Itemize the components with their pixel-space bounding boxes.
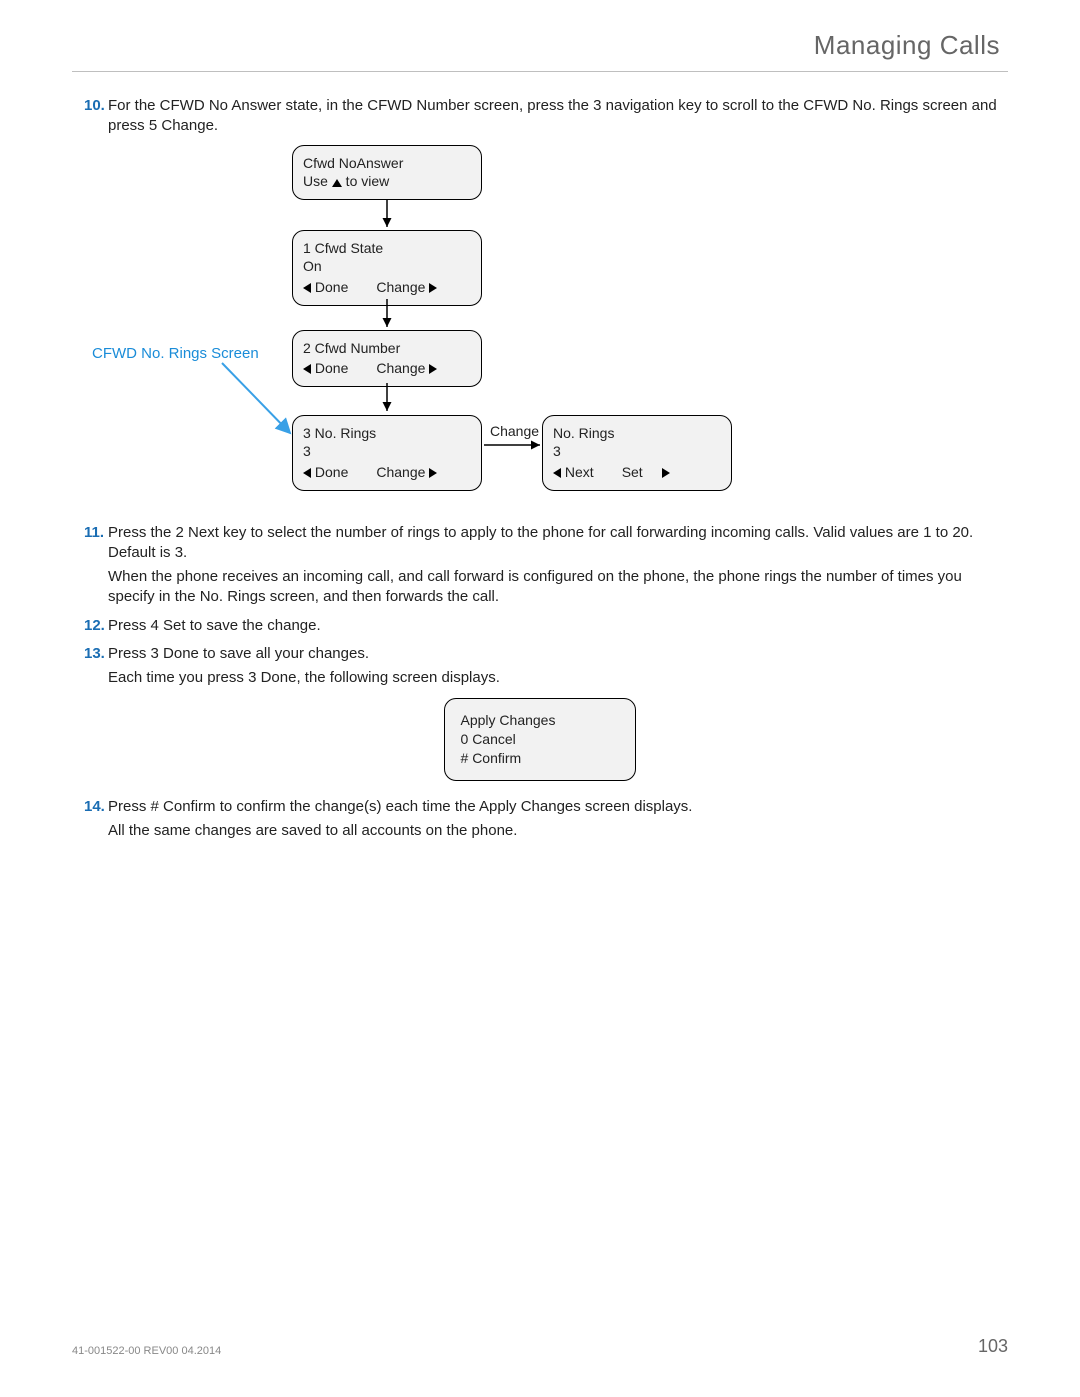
step-10-text-b: 3 bbox=[593, 97, 601, 114]
right-arrow-icon bbox=[662, 468, 670, 478]
apply-line1: Apply Changes bbox=[461, 711, 556, 730]
screen5-line2: 3 bbox=[553, 442, 721, 461]
footer-doc-id: 41-001522-00 REV00 04.2014 bbox=[72, 1345, 221, 1357]
screen-cfwd-noanswer: Cfwd NoAnswer Use to view bbox=[292, 145, 482, 201]
screen3-row: Done Change bbox=[303, 359, 471, 378]
step-13-text-c: to save all your changes. bbox=[199, 645, 369, 662]
step-10-text-d: 5 Change bbox=[149, 117, 214, 134]
step-12-text-b: 4 Set bbox=[151, 617, 186, 634]
step-11-text-a: Press the bbox=[108, 524, 176, 541]
left-arrow-icon bbox=[303, 364, 311, 374]
step-13: 13. Press 3 Done to save all your change… bbox=[84, 644, 1008, 689]
screen2-done: Done bbox=[303, 278, 348, 297]
step-11-text-b: 2 Next bbox=[176, 524, 219, 541]
step-13-text-b: 3 Done bbox=[151, 645, 199, 662]
screen-no-rings: 3 No. Rings 3 Done Change bbox=[292, 415, 482, 492]
step-14-text-c: to confirm the change(s) each time the A… bbox=[216, 798, 693, 815]
step-12-number: 12. bbox=[84, 616, 105, 636]
screen5-next: Next bbox=[553, 463, 594, 482]
left-arrow-icon bbox=[303, 468, 311, 478]
screen-no-rings-set: No. Rings 3 Next Set bbox=[542, 415, 732, 492]
step-12-text-c: to save the change. bbox=[186, 617, 321, 634]
step-14-number: 14. bbox=[84, 797, 105, 817]
right-arrow-icon bbox=[429, 283, 437, 293]
step-10-text-a: For the CFWD No Answer state, in the CFW… bbox=[108, 97, 593, 114]
step-14: 14. Press # Confirm to confirm the chang… bbox=[84, 797, 1008, 842]
header-rule bbox=[72, 71, 1008, 72]
screen2-change: Change bbox=[376, 278, 437, 297]
step-12: 12. Press 4 Set to save the change. bbox=[84, 616, 1008, 636]
callout-cfwd-no-rings: CFWD No. Rings Screen bbox=[92, 345, 259, 362]
step-10-text-e: . bbox=[214, 117, 218, 134]
arrow-label-change: Change bbox=[490, 423, 539, 439]
step-14-text-a: Press bbox=[108, 798, 151, 815]
step-13-number: 13. bbox=[84, 644, 105, 664]
screen4-line1: 3 No. Rings bbox=[303, 424, 471, 443]
step-13-text-a: Press bbox=[108, 645, 151, 662]
apply-changes-wrap: Apply Changes 0 Cancel # Confirm bbox=[72, 698, 1008, 781]
step-14-text-d: All the same changes are saved to all ac… bbox=[108, 821, 1008, 841]
step-11-text-d: When the phone receives an incoming call… bbox=[108, 567, 1008, 608]
step-13-sub: Each time you press 3 Done, the followin… bbox=[108, 668, 1008, 688]
screen4-change: Change bbox=[376, 463, 437, 482]
left-arrow-icon bbox=[553, 468, 561, 478]
step-12-text-a: Press bbox=[108, 617, 151, 634]
screen4-line2: 3 bbox=[303, 442, 471, 461]
page-section-title: Managing Calls bbox=[72, 30, 1008, 61]
step-11: 11. Press the 2 Next key to select the n… bbox=[84, 523, 1008, 608]
screen-apply-changes: Apply Changes 0 Cancel # Confirm bbox=[444, 698, 637, 781]
screen1-line2-a: Use bbox=[303, 173, 332, 189]
apply-line2: 0 Cancel bbox=[461, 730, 556, 749]
screen5-set: Set bbox=[622, 463, 670, 482]
screen4-done: Done bbox=[303, 463, 348, 482]
screen2-line2: On bbox=[303, 257, 471, 276]
apply-line3: # Confirm bbox=[461, 749, 556, 768]
screen-cfwd-number: 2 Cfwd Number Done Change bbox=[292, 330, 482, 388]
screen5-row: Next Set bbox=[553, 463, 721, 482]
screen4-row: Done Change bbox=[303, 463, 471, 482]
left-arrow-icon bbox=[303, 283, 311, 293]
screen5-line1: No. Rings bbox=[553, 424, 721, 443]
screen2-line1: 1 Cfwd State bbox=[303, 239, 471, 258]
flow-diagram: CFWD No. Rings Screen Cfwd NoAnswer Use … bbox=[72, 145, 1008, 515]
up-arrow-icon bbox=[332, 179, 342, 187]
screen1-line2: Use to view bbox=[303, 172, 471, 191]
right-arrow-icon bbox=[429, 468, 437, 478]
screen3-done: Done bbox=[303, 359, 348, 378]
step-10-number: 10. bbox=[84, 96, 105, 116]
screen1-line1: Cfwd NoAnswer bbox=[303, 154, 471, 173]
page: Managing Calls 10. For the CFWD No Answe… bbox=[0, 0, 1080, 1397]
step-11-number: 11. bbox=[84, 523, 104, 543]
step-10: 10. For the CFWD No Answer state, in the… bbox=[84, 96, 1008, 137]
screen3-line1: 2 Cfwd Number bbox=[303, 339, 471, 358]
screen3-change: Change bbox=[376, 359, 437, 378]
screen2-row: Done Change bbox=[303, 278, 471, 297]
right-arrow-icon bbox=[429, 364, 437, 374]
page-footer: 41-001522-00 REV00 04.2014 103 bbox=[72, 1336, 1008, 1357]
footer-page-number: 103 bbox=[978, 1336, 1008, 1357]
screen-cfwd-state: 1 Cfwd State On Done Change bbox=[292, 230, 482, 307]
step-11-text-c: key to select the number of rings to app… bbox=[108, 524, 973, 561]
screen1-line2-b: to view bbox=[342, 173, 389, 189]
step-14-text-b: # Confirm bbox=[151, 798, 216, 815]
